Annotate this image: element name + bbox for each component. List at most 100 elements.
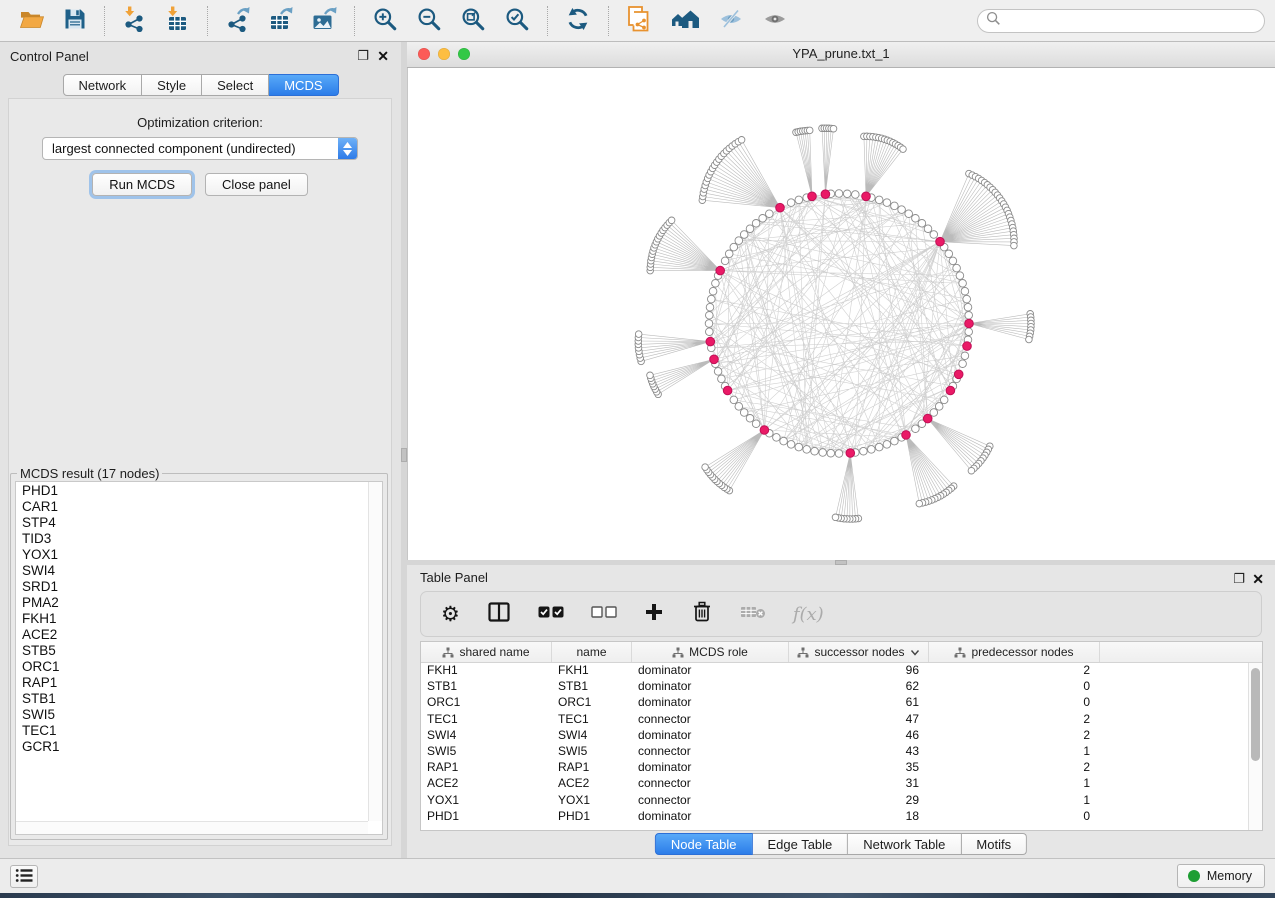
mcds-result-item[interactable]: PMA2 (16, 595, 368, 611)
table-row[interactable]: ORC1ORC1dominator610 (421, 695, 1249, 711)
network-node[interactable] (830, 125, 837, 132)
cell-mcds-role[interactable]: connector (632, 744, 789, 760)
show-columns-button[interactable] (487, 601, 511, 628)
cell-name[interactable]: SWI5 (552, 744, 632, 760)
tab-mcds[interactable]: MCDS (269, 74, 338, 96)
network-node[interactable] (787, 199, 795, 207)
network-node[interactable] (843, 190, 851, 198)
cell-predecessor-nodes[interactable]: 0 (929, 809, 1100, 825)
network-node[interactable] (712, 280, 720, 288)
export-network-button[interactable] (223, 4, 252, 37)
cell-predecessor-nodes[interactable]: 1 (929, 793, 1100, 809)
network-node[interactable] (706, 328, 714, 336)
cell-successor-nodes[interactable]: 43 (789, 744, 929, 760)
network-node[interactable] (780, 437, 788, 445)
column-header-name[interactable]: name (552, 642, 632, 662)
network-node[interactable] (916, 500, 923, 507)
tab-edge-table[interactable]: Edge Table (752, 833, 848, 855)
float-table-panel-icon[interactable]: ❐ (1233, 571, 1245, 587)
delete-table-button[interactable] (740, 604, 766, 625)
network-node[interactable] (959, 280, 967, 288)
mcds-result-item[interactable]: ORC1 (16, 659, 368, 675)
mcds-hub-node[interactable] (776, 203, 785, 212)
network-node[interactable] (930, 409, 938, 417)
cell-shared-name[interactable]: SWI4 (421, 728, 552, 744)
tab-motifs[interactable]: Motifs (961, 833, 1027, 855)
cell-shared-name[interactable]: TEC1 (421, 712, 552, 728)
mcds-hub-node[interactable] (936, 237, 945, 246)
network-node[interactable] (819, 449, 827, 457)
mcds-hub-node[interactable] (821, 190, 830, 199)
zoom-in-button[interactable] (370, 4, 400, 37)
task-history-button[interactable] (10, 865, 38, 888)
cell-predecessor-nodes[interactable]: 1 (929, 776, 1100, 792)
cell-successor-nodes[interactable]: 61 (789, 695, 929, 711)
cell-mcds-role[interactable]: dominator (632, 809, 789, 825)
select-all-rows-button[interactable] (538, 605, 564, 624)
network-node[interactable] (868, 446, 876, 454)
cell-successor-nodes[interactable]: 18 (789, 809, 929, 825)
network-node[interactable] (965, 328, 973, 336)
mcds-result-list[interactable]: PHD1CAR1STP4TID3YOX1SWI4SRD1PMA2FKH1ACE2… (16, 483, 368, 821)
network-node[interactable] (706, 312, 714, 320)
cell-mcds-role[interactable]: dominator (632, 663, 789, 679)
table-row[interactable]: SWI4SWI4dominator462 (421, 728, 1249, 744)
first-neighbors-button[interactable] (668, 5, 702, 36)
network-node[interactable] (746, 225, 754, 233)
cell-predecessor-nodes[interactable]: 2 (929, 728, 1100, 744)
mcds-hub-node[interactable] (846, 449, 855, 458)
cell-shared-name[interactable]: FKH1 (421, 663, 552, 679)
export-image-button[interactable] (309, 4, 339, 37)
network-node[interactable] (1026, 336, 1033, 343)
mcds-hub-node[interactable] (946, 386, 955, 395)
mcds-hub-node[interactable] (716, 266, 725, 275)
network-canvas[interactable] (407, 68, 1275, 560)
zoom-selected-button[interactable] (502, 4, 532, 37)
cell-name[interactable]: ORC1 (552, 695, 632, 711)
show-all-button[interactable] (760, 5, 790, 36)
network-node[interactable] (940, 396, 948, 404)
mcds-hub-node[interactable] (965, 319, 974, 328)
network-node[interactable] (668, 217, 675, 224)
mcds-result-item[interactable]: RAP1 (16, 675, 368, 691)
network-node[interactable] (735, 403, 743, 411)
tab-network-table[interactable]: Network Table (848, 833, 961, 855)
add-column-button[interactable] (644, 602, 664, 627)
column-header-shared-name[interactable]: shared name (421, 642, 552, 662)
network-node[interactable] (827, 449, 835, 457)
clone-network-button[interactable] (624, 3, 654, 38)
network-node[interactable] (912, 215, 920, 223)
cell-name[interactable]: SWI4 (552, 728, 632, 744)
column-header-mcds-role[interactable]: MCDS role (632, 642, 789, 662)
tab-select[interactable]: Select (202, 74, 269, 96)
cell-predecessor-nodes[interactable]: 1 (929, 744, 1100, 760)
network-node[interactable] (905, 210, 913, 218)
network-node[interactable] (708, 295, 716, 303)
network-node[interactable] (714, 368, 722, 376)
float-panel-icon[interactable]: ❐ (357, 48, 369, 64)
cell-mcds-role[interactable]: dominator (632, 679, 789, 695)
mcds-result-item[interactable]: STB5 (16, 643, 368, 659)
network-node[interactable] (918, 220, 926, 228)
network-node[interactable] (875, 196, 883, 204)
import-table-button[interactable] (163, 4, 192, 37)
hide-selected-button[interactable] (716, 5, 746, 36)
cell-shared-name[interactable]: SWI5 (421, 744, 552, 760)
network-node[interactable] (738, 137, 745, 144)
cell-mcds-role[interactable]: dominator (632, 760, 789, 776)
save-session-button[interactable] (61, 5, 89, 36)
cell-mcds-role[interactable]: dominator (632, 695, 789, 711)
cell-successor-nodes[interactable]: 96 (789, 663, 929, 679)
table-row[interactable]: YOX1YOX1connector291 (421, 793, 1249, 809)
close-panel-icon[interactable]: ✕ (377, 48, 389, 65)
function-builder-button[interactable]: f(x) (793, 604, 824, 625)
cell-mcds-role[interactable]: connector (632, 712, 789, 728)
network-node[interactable] (803, 446, 811, 454)
cell-shared-name[interactable]: RAP1 (421, 760, 552, 776)
network-node[interactable] (912, 425, 920, 433)
cell-name[interactable]: STB1 (552, 679, 632, 695)
cell-name[interactable]: PHD1 (552, 809, 632, 825)
network-node[interactable] (953, 264, 961, 272)
network-node[interactable] (709, 287, 717, 295)
network-node[interactable] (964, 303, 972, 311)
